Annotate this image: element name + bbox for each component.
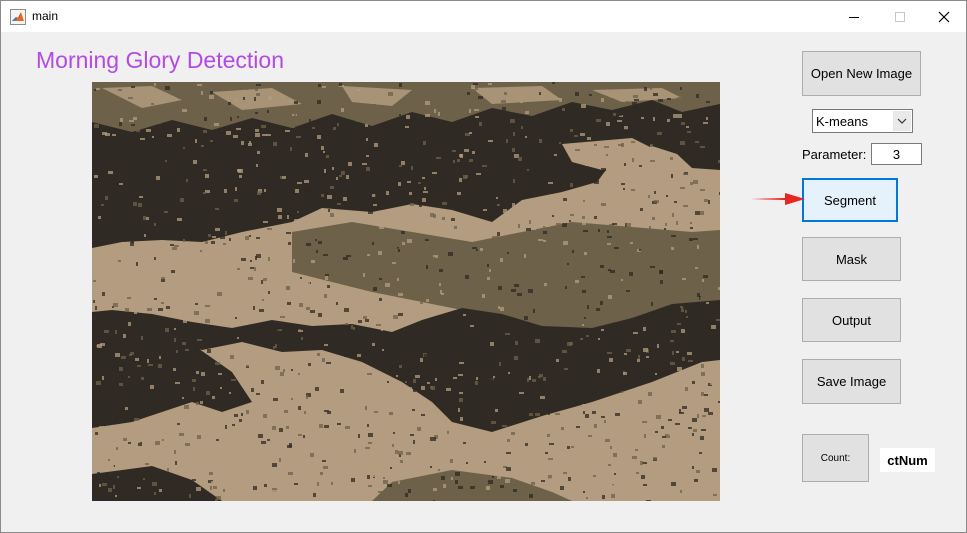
matlab-icon: [10, 9, 26, 25]
window-title: main: [32, 9, 59, 23]
parameter-input[interactable]: [871, 143, 922, 165]
title-bar: main: [1, 1, 966, 32]
method-select-value: K-means: [816, 114, 869, 129]
save-image-button[interactable]: Save Image: [802, 359, 901, 404]
segmentation-result-image: [92, 82, 720, 501]
chevron-down-icon[interactable]: [893, 111, 911, 131]
output-button[interactable]: Output: [802, 298, 901, 342]
parameter-label: Parameter:: [802, 147, 867, 162]
open-image-button[interactable]: Open New Image: [802, 51, 921, 96]
minimize-button[interactable]: [831, 1, 877, 32]
close-icon: [938, 11, 950, 22]
method-select[interactable]: K-means: [812, 109, 913, 133]
maximize-icon: [895, 11, 905, 22]
app-title: Morning Glory Detection: [36, 47, 284, 73]
app-window: main Morning Glory Detection Open New Im…: [0, 0, 967, 533]
red-arrow-icon: [751, 193, 805, 205]
minimize-icon: [849, 16, 859, 18]
close-button[interactable]: [921, 1, 967, 32]
segment-button[interactable]: Segment: [802, 178, 898, 222]
mask-button[interactable]: Mask: [802, 237, 901, 281]
maximize-button[interactable]: [877, 1, 923, 32]
count-value: ctNum: [880, 448, 935, 472]
segmented-image: [92, 82, 720, 501]
count-button[interactable]: Count:: [802, 434, 869, 482]
